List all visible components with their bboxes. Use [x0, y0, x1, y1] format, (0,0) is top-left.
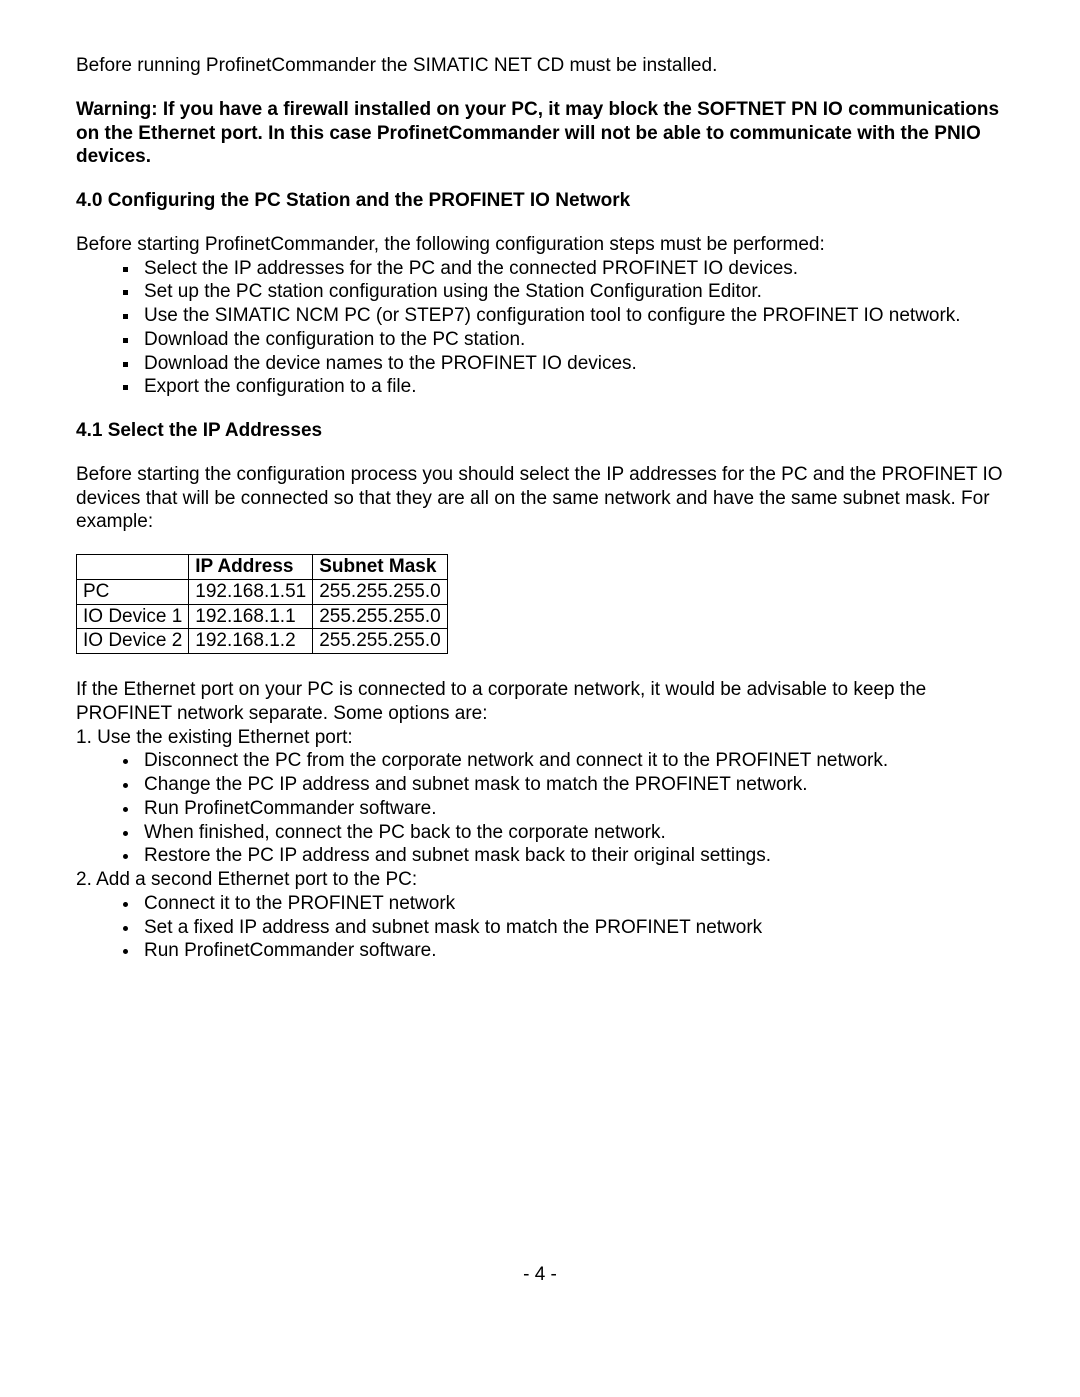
option-1-label: 1. Use the existing Ethernet port:	[76, 726, 1004, 750]
table-row: IO Device 1 192.168.1.1 255.255.255.0	[77, 604, 448, 629]
list-item: Set up the PC station configuration usin…	[140, 280, 1004, 304]
list-item: Connect it to the PROFINET network	[140, 892, 1004, 916]
ip-address-table: IP Address Subnet Mask PC 192.168.1.51 2…	[76, 554, 448, 654]
section-4-0-heading: 4.0 Configuring the PC Station and the P…	[76, 189, 1004, 213]
section-4-0-bullet-list: Select the IP addresses for the PC and t…	[76, 257, 1004, 400]
table-cell: 255.255.255.0	[313, 579, 448, 604]
table-header-row: IP Address Subnet Mask	[77, 555, 448, 580]
list-item: Download the device names to the PROFINE…	[140, 352, 1004, 376]
table-cell: IO Device 1	[77, 604, 189, 629]
list-item: Change the PC IP address and subnet mask…	[140, 773, 1004, 797]
table-header-cell: IP Address	[189, 555, 313, 580]
option-1-bullet-list: Disconnect the PC from the corporate net…	[76, 749, 1004, 868]
advice-paragraph: If the Ethernet port on your PC is conne…	[76, 678, 1004, 726]
list-item: When finished, connect the PC back to th…	[140, 821, 1004, 845]
intro-paragraph: Before running ProfinetCommander the SIM…	[76, 54, 1004, 78]
table-cell: PC	[77, 579, 189, 604]
list-item: Download the configuration to the PC sta…	[140, 328, 1004, 352]
list-item: Restore the PC IP address and subnet mas…	[140, 844, 1004, 868]
list-item: Run ProfinetCommander software.	[140, 797, 1004, 821]
warning-paragraph: Warning: If you have a firewall installe…	[76, 98, 1004, 169]
section-4-0-intro: Before starting ProfinetCommander, the f…	[76, 233, 1004, 257]
list-item: Disconnect the PC from the corporate net…	[140, 749, 1004, 773]
table-cell: 192.168.1.51	[189, 579, 313, 604]
table-header-cell: Subnet Mask	[313, 555, 448, 580]
table-cell: 255.255.255.0	[313, 604, 448, 629]
table-cell: IO Device 2	[77, 629, 189, 654]
list-item: Select the IP addresses for the PC and t…	[140, 257, 1004, 281]
table-row: IO Device 2 192.168.1.2 255.255.255.0	[77, 629, 448, 654]
list-item: Use the SIMATIC NCM PC (or STEP7) config…	[140, 304, 1004, 328]
option-2-bullet-list: Connect it to the PROFINET network Set a…	[76, 892, 1004, 963]
page-number: - 4 -	[76, 1263, 1004, 1287]
table-cell: 255.255.255.0	[313, 629, 448, 654]
table-cell: 192.168.1.2	[189, 629, 313, 654]
list-item: Export the configuration to a file.	[140, 375, 1004, 399]
option-2-label: 2. Add a second Ethernet port to the PC:	[76, 868, 1004, 892]
table-row: PC 192.168.1.51 255.255.255.0	[77, 579, 448, 604]
list-item: Run ProfinetCommander software.	[140, 939, 1004, 963]
section-4-1-heading: 4.1 Select the IP Addresses	[76, 419, 1004, 443]
list-item: Set a fixed IP address and subnet mask t…	[140, 916, 1004, 940]
table-header-cell	[77, 555, 189, 580]
table-cell: 192.168.1.1	[189, 604, 313, 629]
section-4-1-intro: Before starting the configuration proces…	[76, 463, 1004, 534]
